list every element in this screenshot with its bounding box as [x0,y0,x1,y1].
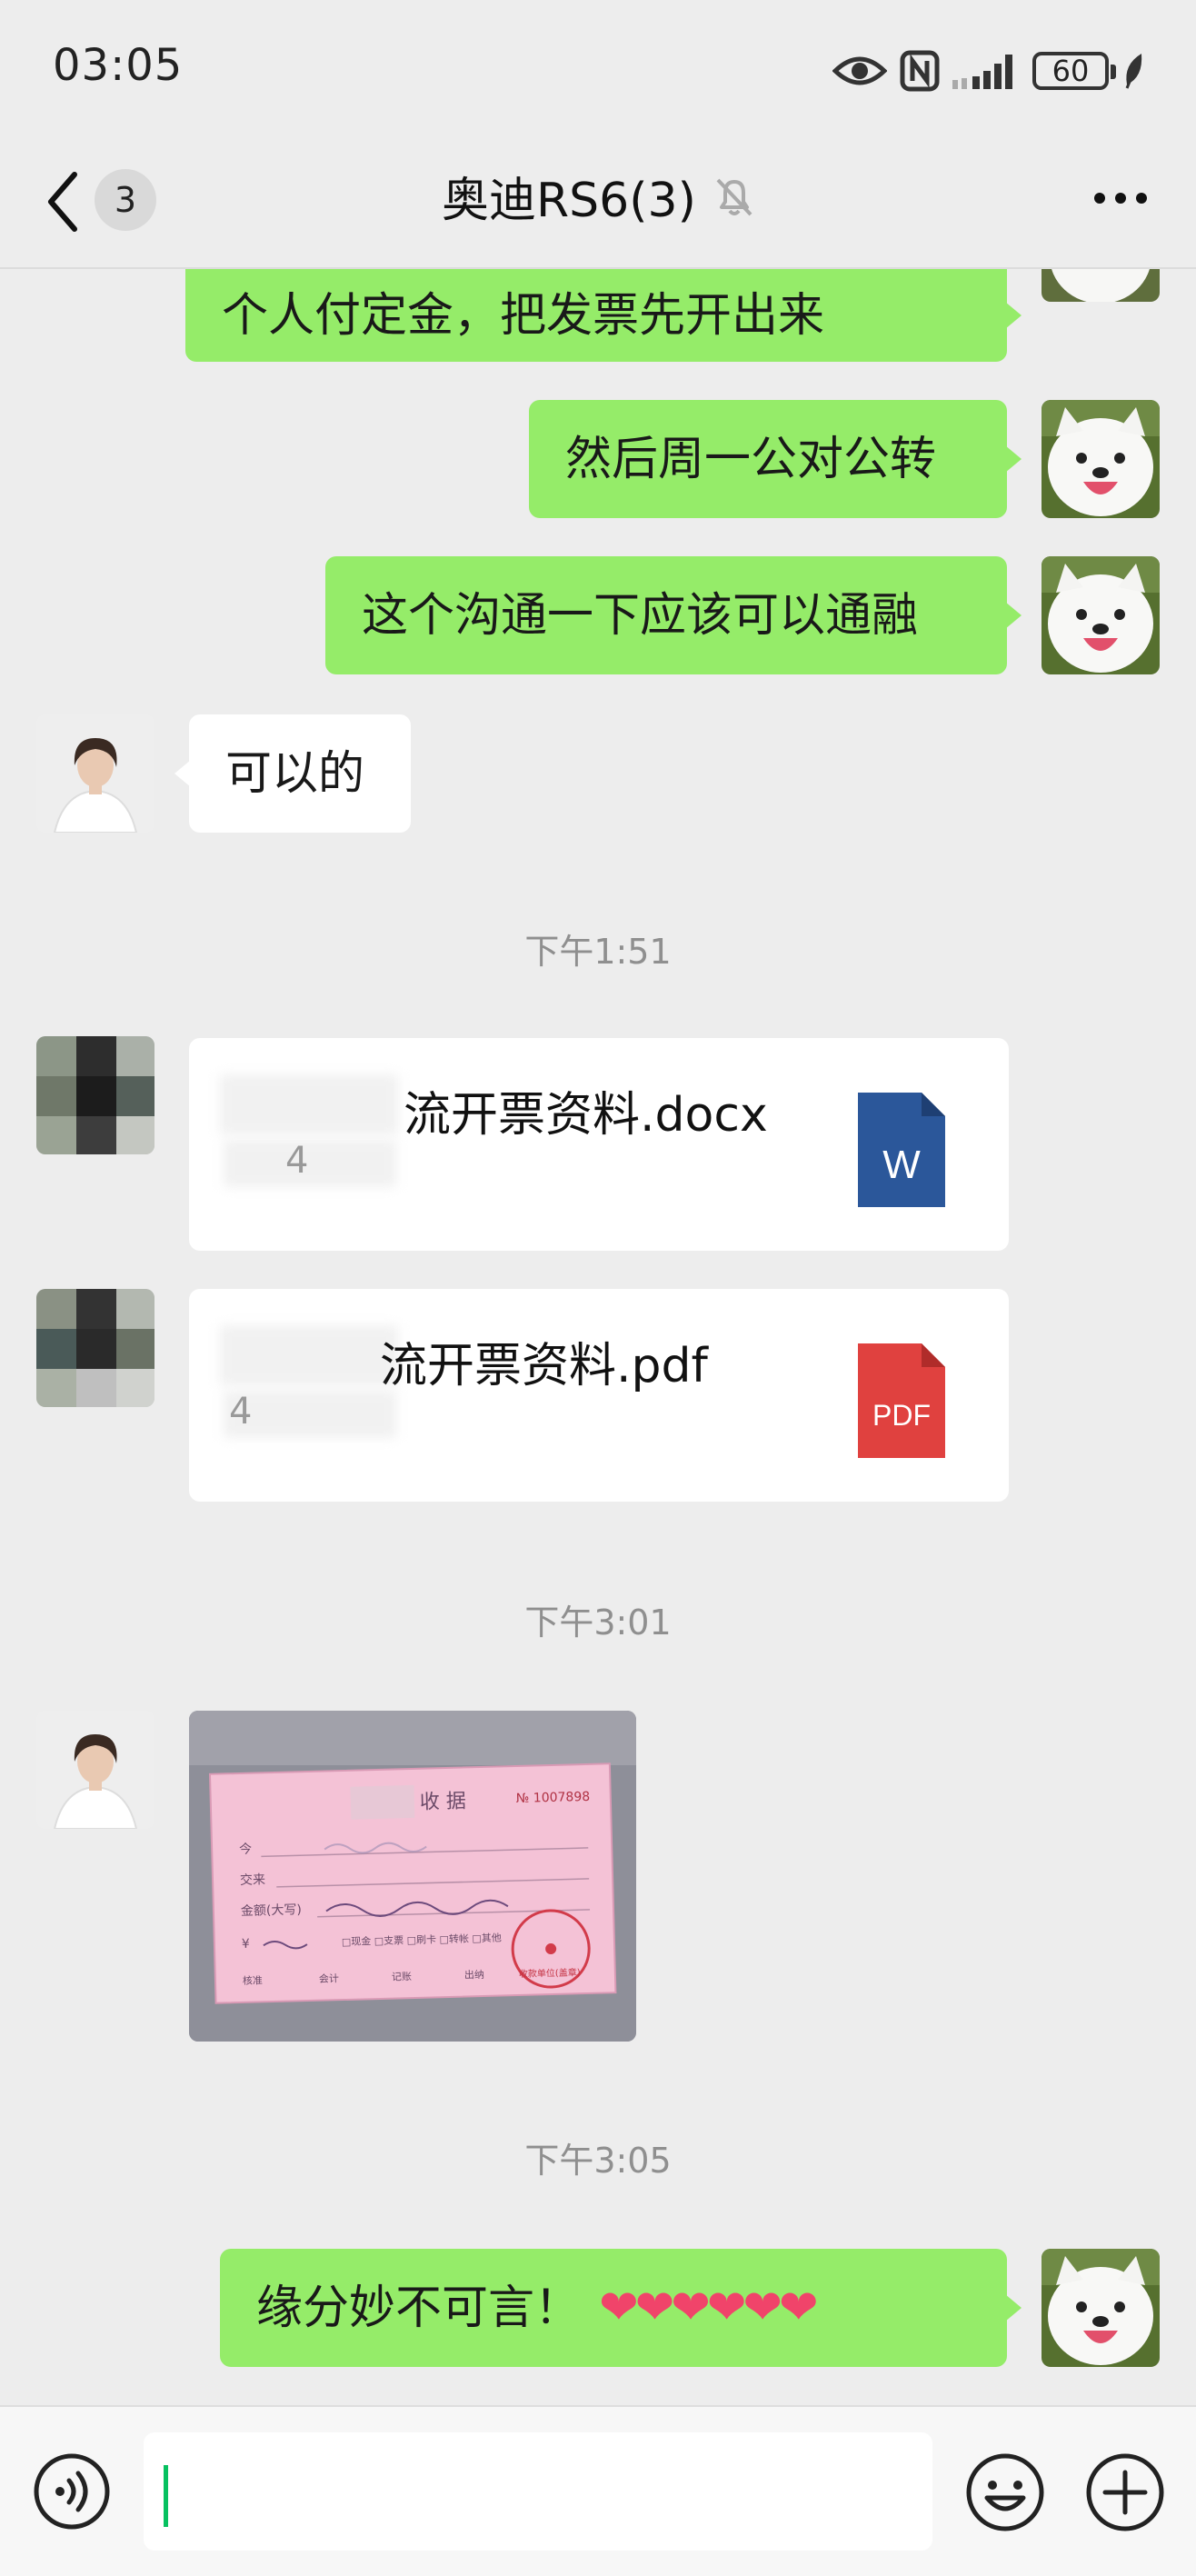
voice-icon[interactable] [33,2452,111,2531]
status-bar: 03:05 60 [0,0,1196,136]
pdf-icon-label: PDF [872,1399,931,1432]
chat-header: 3 奥迪RS6(3) [0,136,1196,269]
file-size: 4 [224,1140,396,1187]
file-name-text: 流开票资料.docx [404,1088,768,1143]
receipt-footer-bookkeeping: 记账 [392,1971,412,1983]
avatar[interactable] [36,1289,154,1407]
title-wrap: 奥迪RS6(3) [0,162,1196,230]
avatar[interactable] [1042,556,1160,674]
emoji-icon[interactable] [965,2452,1045,2532]
status-icons: 60 [832,45,1145,96]
message-input[interactable] [144,2432,932,2551]
message-text: 可以的 [225,746,365,801]
nfc-icon [900,50,940,92]
receipt-amount: ¥ [242,1937,250,1952]
file-name: 流开票资料.pdf [220,1325,708,1395]
battery-icon: 60 [1032,52,1116,90]
plus-icon[interactable] [1085,2452,1165,2532]
message-bubble[interactable]: 可以的 [174,714,411,833]
word-icon-label: W [882,1143,921,1187]
avatar[interactable] [1042,269,1160,302]
message-bubble[interactable]: 缘分妙不可言！ ❤❤❤❤❤❤ [220,2249,1022,2367]
timestamp: 下午1:51 [524,932,672,972]
message-text: 缘分妙不可言！ [256,2281,582,2335]
message-text: 这个沟通一下应该可以通融 [362,588,919,643]
file-size: 4 [224,1391,396,1438]
timestamp: 下午3:01 [524,1603,672,1642]
word-file-icon: W [858,1093,945,1207]
receipt-photo[interactable]: 收 据 № 1007898 今 交来 金额(大写) ¥ □现金 □支票 □刷卡 … [189,1711,636,2042]
avatar[interactable] [1042,2249,1160,2367]
chat-title[interactable]: 奥迪RS6(3) [442,162,696,230]
receipt-row1: 今 [239,1842,252,1857]
receipt-row2: 交来 [240,1872,265,1888]
receipt-footer-approve: 核准 [243,1973,263,1987]
file-card[interactable]: 流开票资料.pdf 4 PDF [189,1289,1009,1502]
more-dots-icon[interactable] [1092,189,1149,207]
heart-emoji: ❤❤❤❤❤❤ [599,2281,818,2335]
receipt-number: № 1007898 [516,1790,591,1806]
avatar[interactable] [36,1036,154,1154]
text-caret [164,2465,168,2527]
message-text: 然后周一公对公转 [565,432,937,486]
avatar[interactable] [36,714,154,833]
bell-off-icon [716,178,752,215]
file-card[interactable]: 流开票资料.docx 4 W [189,1038,1009,1251]
leaf-icon [1125,54,1142,89]
status-time: 03:05 [53,40,184,91]
receipt-title: 收 据 [420,1790,467,1813]
pdf-file-icon: PDF [858,1343,945,1458]
file-name: 流开票资料.docx [220,1074,768,1144]
file-name-text: 流开票资料.pdf [380,1339,708,1393]
message-bubble[interactable]: 个人付定金，把发票先开出来 [185,269,1022,362]
message-bubble[interactable]: 然后周一公对公转 [529,400,1022,518]
receipt-footer-cashier: 出纳 [464,1968,484,1982]
file-size-text: 4 [229,1391,253,1433]
avatar[interactable] [1042,400,1160,518]
eye-icon [832,56,887,85]
signal-icon [952,55,1012,89]
file-size-text: 4 [285,1140,309,1182]
receipt-row3: 金额(大写) [241,1902,302,1919]
input-bar [0,2405,1196,2576]
timestamp: 下午3:05 [524,2141,672,2181]
avatar[interactable] [36,1711,154,1829]
receipt-footer-accounting: 会计 [319,1972,339,1985]
message-bubble[interactable]: 这个沟通一下应该可以通融 [325,556,1022,674]
message-text: 个人付定金，把发票先开出来 [222,288,825,343]
